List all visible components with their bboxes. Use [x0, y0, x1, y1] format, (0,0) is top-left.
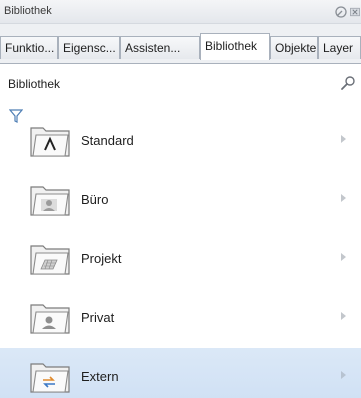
project-folder-icon: [30, 245, 70, 275]
tab-label: Funktio...: [5, 41, 55, 55]
chevron-right-icon: [341, 135, 346, 143]
close-icon[interactable]: [349, 4, 361, 20]
library-title: Bibliothek: [8, 77, 61, 91]
panel-title-bar: Bibliothek: [0, 0, 361, 24]
library-item-label: Extern: [81, 369, 119, 384]
external-folder-icon: [30, 363, 70, 393]
office-folder-icon: [30, 186, 70, 216]
tab-label: Layer: [323, 41, 354, 55]
panel-title: Bibliothek: [4, 5, 52, 17]
tab-label: Objekte: [275, 41, 317, 55]
library-header: Bibliothek: [0, 64, 361, 123]
tab-assistenten[interactable]: Assisten...: [120, 36, 200, 59]
tab-bibliothek[interactable]: Bibliothek: [200, 33, 270, 60]
pin-icon[interactable]: [333, 4, 349, 20]
tab-strip: Funktio... Eigensc... Assisten... Biblio…: [0, 24, 361, 64]
library-item-projekt[interactable]: Projekt: [0, 230, 361, 288]
tab-label: Bibliothek: [205, 39, 258, 53]
library-item-label: Büro: [81, 192, 109, 207]
library-item-label: Standard: [81, 133, 134, 148]
tab-label: Eigensc...: [63, 41, 116, 55]
standard-folder-icon: [30, 127, 70, 157]
search-icon[interactable]: [340, 75, 356, 91]
tab-funktionen[interactable]: Funktio...: [0, 36, 58, 59]
tab-layer[interactable]: Layer: [318, 36, 361, 59]
chevron-right-icon: [341, 253, 346, 261]
chevron-right-icon: [341, 194, 346, 202]
library-item-standard[interactable]: Standard: [0, 112, 361, 170]
chevron-right-icon: [341, 312, 346, 320]
tab-objekte[interactable]: Objekte: [270, 36, 318, 59]
chevron-right-icon: [341, 371, 346, 379]
library-item-buero[interactable]: Büro: [0, 171, 361, 229]
private-folder-icon: [30, 304, 70, 334]
tab-label: Assisten...: [125, 41, 181, 55]
library-item-privat[interactable]: Privat: [0, 289, 361, 347]
library-item-label: Privat: [81, 310, 115, 325]
library-item-extern[interactable]: Extern: [0, 348, 361, 398]
tab-eigenschaften[interactable]: Eigensc...: [58, 36, 120, 59]
library-item-label: Projekt: [81, 251, 122, 266]
